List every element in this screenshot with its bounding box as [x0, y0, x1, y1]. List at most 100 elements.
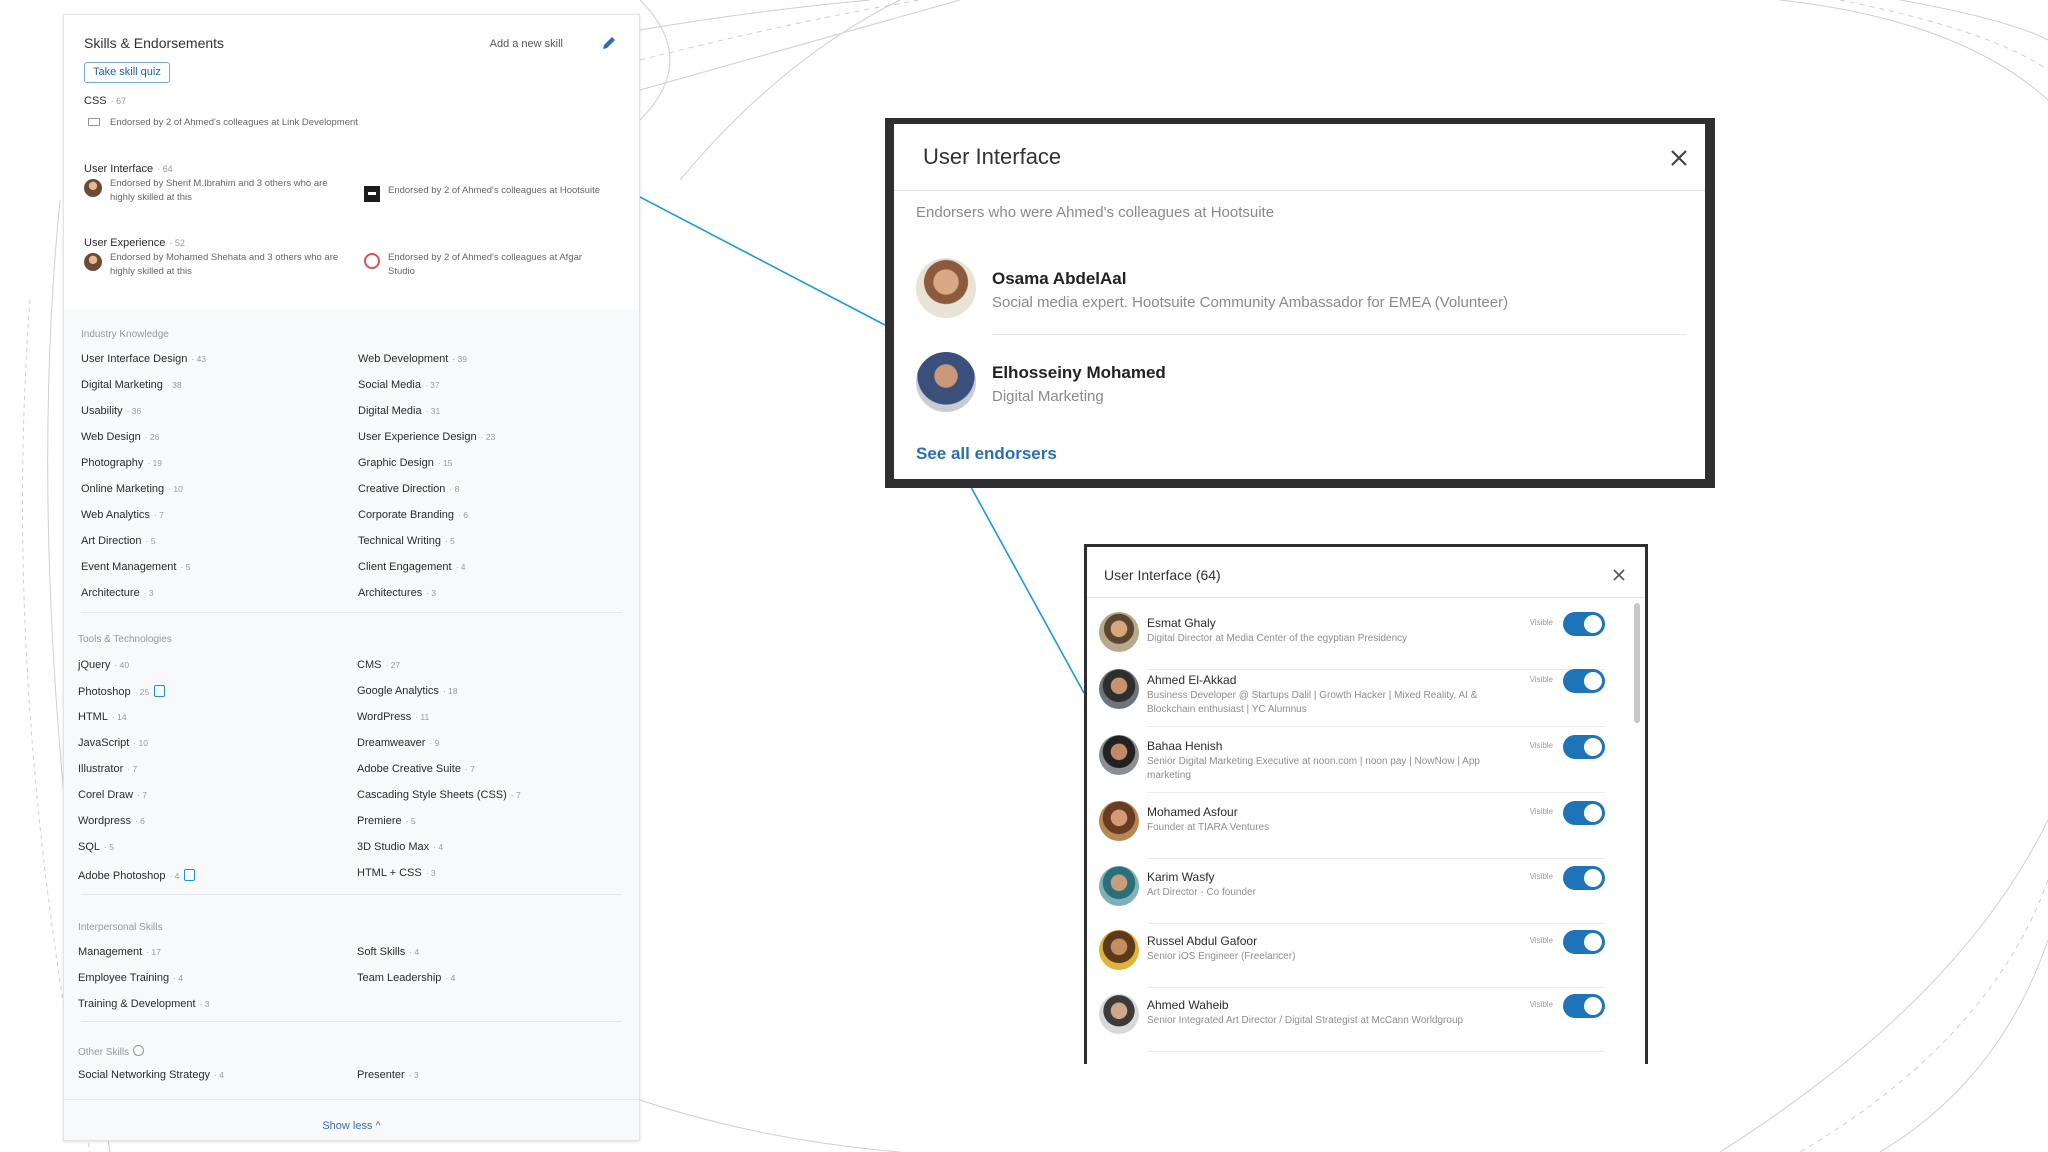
skill-item[interactable]: Photography · 19 — [81, 457, 162, 469]
avatar[interactable] — [1099, 801, 1139, 841]
list-item: Ahmed Waheib Senior Integrated Art Direc… — [1099, 990, 1615, 1052]
top-skill-css[interactable]: CSS · 67 Endorsed by 2 of Ahmed's colleag… — [84, 95, 619, 128]
skill-item[interactable]: HTML + CSS · 3 — [357, 867, 436, 879]
endorsers-modal: User Interface Endorsers who were Ahmed'… — [894, 124, 1705, 479]
skill-item[interactable]: Web Development · 39 — [358, 353, 467, 365]
skill-item[interactable]: Dreamweaver · 9 — [357, 737, 439, 749]
endorsement-row: Endorsed by Mohamed Shehata and 3 others… — [84, 251, 344, 279]
avatar[interactable] — [1099, 994, 1139, 1034]
skill-item[interactable]: Adobe Photoshop · 4 — [78, 869, 196, 882]
person-name[interactable]: Ahmed El-Akkad — [1147, 673, 1236, 687]
skill-item[interactable]: jQuery · 40 — [78, 659, 129, 671]
skill-item[interactable]: Digital Media · 31 — [358, 405, 440, 417]
add-new-skill-link[interactable]: Add a new skill — [490, 38, 563, 50]
skill-item[interactable]: Architectures · 3 — [358, 587, 436, 599]
top-skill-user-experience[interactable]: User Experience · 52 Endorsed by Mohamed … — [84, 237, 619, 277]
skill-item[interactable]: Web Design · 26 — [81, 431, 159, 443]
info-icon[interactable] — [133, 1045, 145, 1056]
skill-item[interactable]: User Interface Design · 43 — [81, 353, 206, 365]
divider — [992, 334, 1687, 335]
endorser-headline: Digital Marketing — [992, 388, 1104, 405]
pencil-icon[interactable] — [599, 33, 619, 53]
skill-item[interactable]: 3D Studio Max · 4 — [357, 841, 443, 853]
skill-item[interactable]: Event Management · 5 — [81, 561, 190, 573]
visible-label: Visible — [1529, 1000, 1553, 1009]
take-skill-quiz-button[interactable]: Take skill quiz — [84, 62, 170, 83]
skill-item[interactable]: Creative Direction · 8 — [358, 483, 459, 495]
visibility-toggle[interactable] — [1563, 866, 1605, 890]
skill-item[interactable]: Team Leadership · 4 — [357, 972, 455, 984]
list-item: Russel Abdul Gafoor Senior iOS Engineer … — [1099, 926, 1615, 988]
skill-item[interactable]: CMS · 27 — [357, 659, 400, 671]
visibility-toggle[interactable] — [1563, 669, 1605, 693]
person-name[interactable]: Ahmed Waheib — [1147, 998, 1229, 1012]
avatar[interactable] — [1099, 866, 1139, 906]
avatar[interactable] — [1099, 612, 1139, 652]
avatar[interactable] — [1099, 930, 1139, 970]
skill-item[interactable]: Adobe Creative Suite · 7 — [357, 763, 475, 775]
avatar[interactable] — [1099, 735, 1139, 775]
person-name[interactable]: Russel Abdul Gafoor — [1147, 934, 1257, 948]
skill-item[interactable]: WordPress · 11 — [357, 711, 429, 723]
skill-item[interactable]: Corel Draw · 7 — [78, 789, 147, 801]
endorsement-text: Endorsed by Mohamed Shehata and 3 others… — [110, 252, 339, 277]
skill-item[interactable]: Social Media · 37 — [358, 379, 440, 391]
list-item: Karim Wasfy Art Director - Co founder Vi… — [1099, 862, 1615, 924]
endorser-avatar[interactable] — [916, 258, 976, 318]
endorser-name[interactable]: Elhosseiny Mohamed — [992, 363, 1166, 383]
endorser-avatar[interactable] — [916, 352, 976, 412]
skill-item[interactable]: Wordpress · 6 — [78, 815, 145, 827]
skill-item[interactable]: Technical Writing · 5 — [358, 535, 455, 547]
skill-item[interactable]: Premiere · 5 — [357, 815, 416, 827]
endorsement-row: Endorsed by 2 of Ahmed's colleagues at H… — [364, 184, 624, 202]
skill-item[interactable]: Architecture · 3 — [81, 587, 154, 599]
skill-item[interactable]: Digital Marketing · 38 — [81, 379, 182, 391]
visibility-toggle[interactable] — [1563, 994, 1605, 1018]
top-skill-user-interface[interactable]: User Interface · 64 Endorsed by Sherif M.… — [84, 163, 619, 203]
close-icon[interactable] — [1667, 146, 1691, 170]
certificate-icon — [154, 685, 166, 697]
visibility-toggle[interactable] — [1563, 801, 1605, 825]
person-name[interactable]: Esmat Ghaly — [1147, 616, 1216, 630]
person-name[interactable]: Mohamed Asfour — [1147, 805, 1238, 819]
modal-subtitle: Endorsers who were Ahmed's colleagues at… — [916, 204, 1275, 221]
skill-item[interactable]: Google Analytics · 18 — [357, 685, 458, 697]
skill-item[interactable]: Illustrator · 7 — [78, 763, 137, 775]
visible-label: Visible — [1529, 807, 1553, 816]
scrollbar[interactable] — [1634, 603, 1640, 723]
skill-item[interactable]: Social Networking Strategy · 4 — [78, 1069, 224, 1081]
skill-item[interactable]: Soft Skills · 4 — [357, 946, 419, 958]
avatar[interactable] — [1099, 669, 1139, 709]
skill-item[interactable]: Client Engagement · 4 — [358, 561, 465, 573]
skill-item[interactable]: Employee Training · 4 — [78, 972, 183, 984]
show-less-button[interactable]: Show less ^ — [64, 1120, 639, 1132]
skill-item[interactable]: HTML · 14 — [78, 711, 127, 723]
skill-item[interactable]: Photoshop · 25 — [78, 685, 166, 698]
visibility-toggle[interactable] — [1563, 735, 1605, 759]
hootsuite-logo — [364, 186, 380, 202]
visibility-toggle[interactable] — [1563, 612, 1605, 636]
person-name[interactable]: Bahaa Henish — [1147, 739, 1222, 753]
skill-item[interactable]: User Experience Design · 23 — [358, 431, 495, 443]
close-icon[interactable] — [1611, 567, 1627, 583]
person-name[interactable]: Karim Wasfy — [1147, 870, 1215, 884]
skill-count: · 52 — [169, 238, 185, 248]
skill-item[interactable]: Training & Development · 3 — [78, 998, 210, 1010]
endorsement-text: Endorsed by Sherif M.Ibrahim and 3 other… — [110, 178, 328, 203]
skill-item[interactable]: Management · 17 — [78, 946, 161, 958]
divider — [1087, 597, 1645, 598]
endorsers-modal-frame: User Interface Endorsers who were Ahmed'… — [885, 118, 1715, 488]
skill-item[interactable]: JavaScript · 10 — [78, 737, 148, 749]
skill-item[interactable]: Art Direction · 5 — [81, 535, 155, 547]
skill-item[interactable]: Usability · 36 — [81, 405, 141, 417]
skill-item[interactable]: Presenter · 3 — [357, 1069, 419, 1081]
visibility-toggle[interactable] — [1563, 930, 1605, 954]
see-all-endorsers-link[interactable]: See all endorsers — [916, 444, 1057, 464]
skill-item[interactable]: Online Marketing · 10 — [81, 483, 183, 495]
skill-item[interactable]: Corporate Branding · 6 — [358, 509, 468, 521]
skill-item[interactable]: SQL · 5 — [78, 841, 114, 853]
skill-item[interactable]: Graphic Design · 15 — [358, 457, 452, 469]
skill-item[interactable]: Web Analytics · 7 — [81, 509, 164, 521]
endorser-name[interactable]: Osama AbdelAal — [992, 269, 1126, 289]
skill-item[interactable]: Cascading Style Sheets (CSS) · 7 — [357, 789, 521, 801]
